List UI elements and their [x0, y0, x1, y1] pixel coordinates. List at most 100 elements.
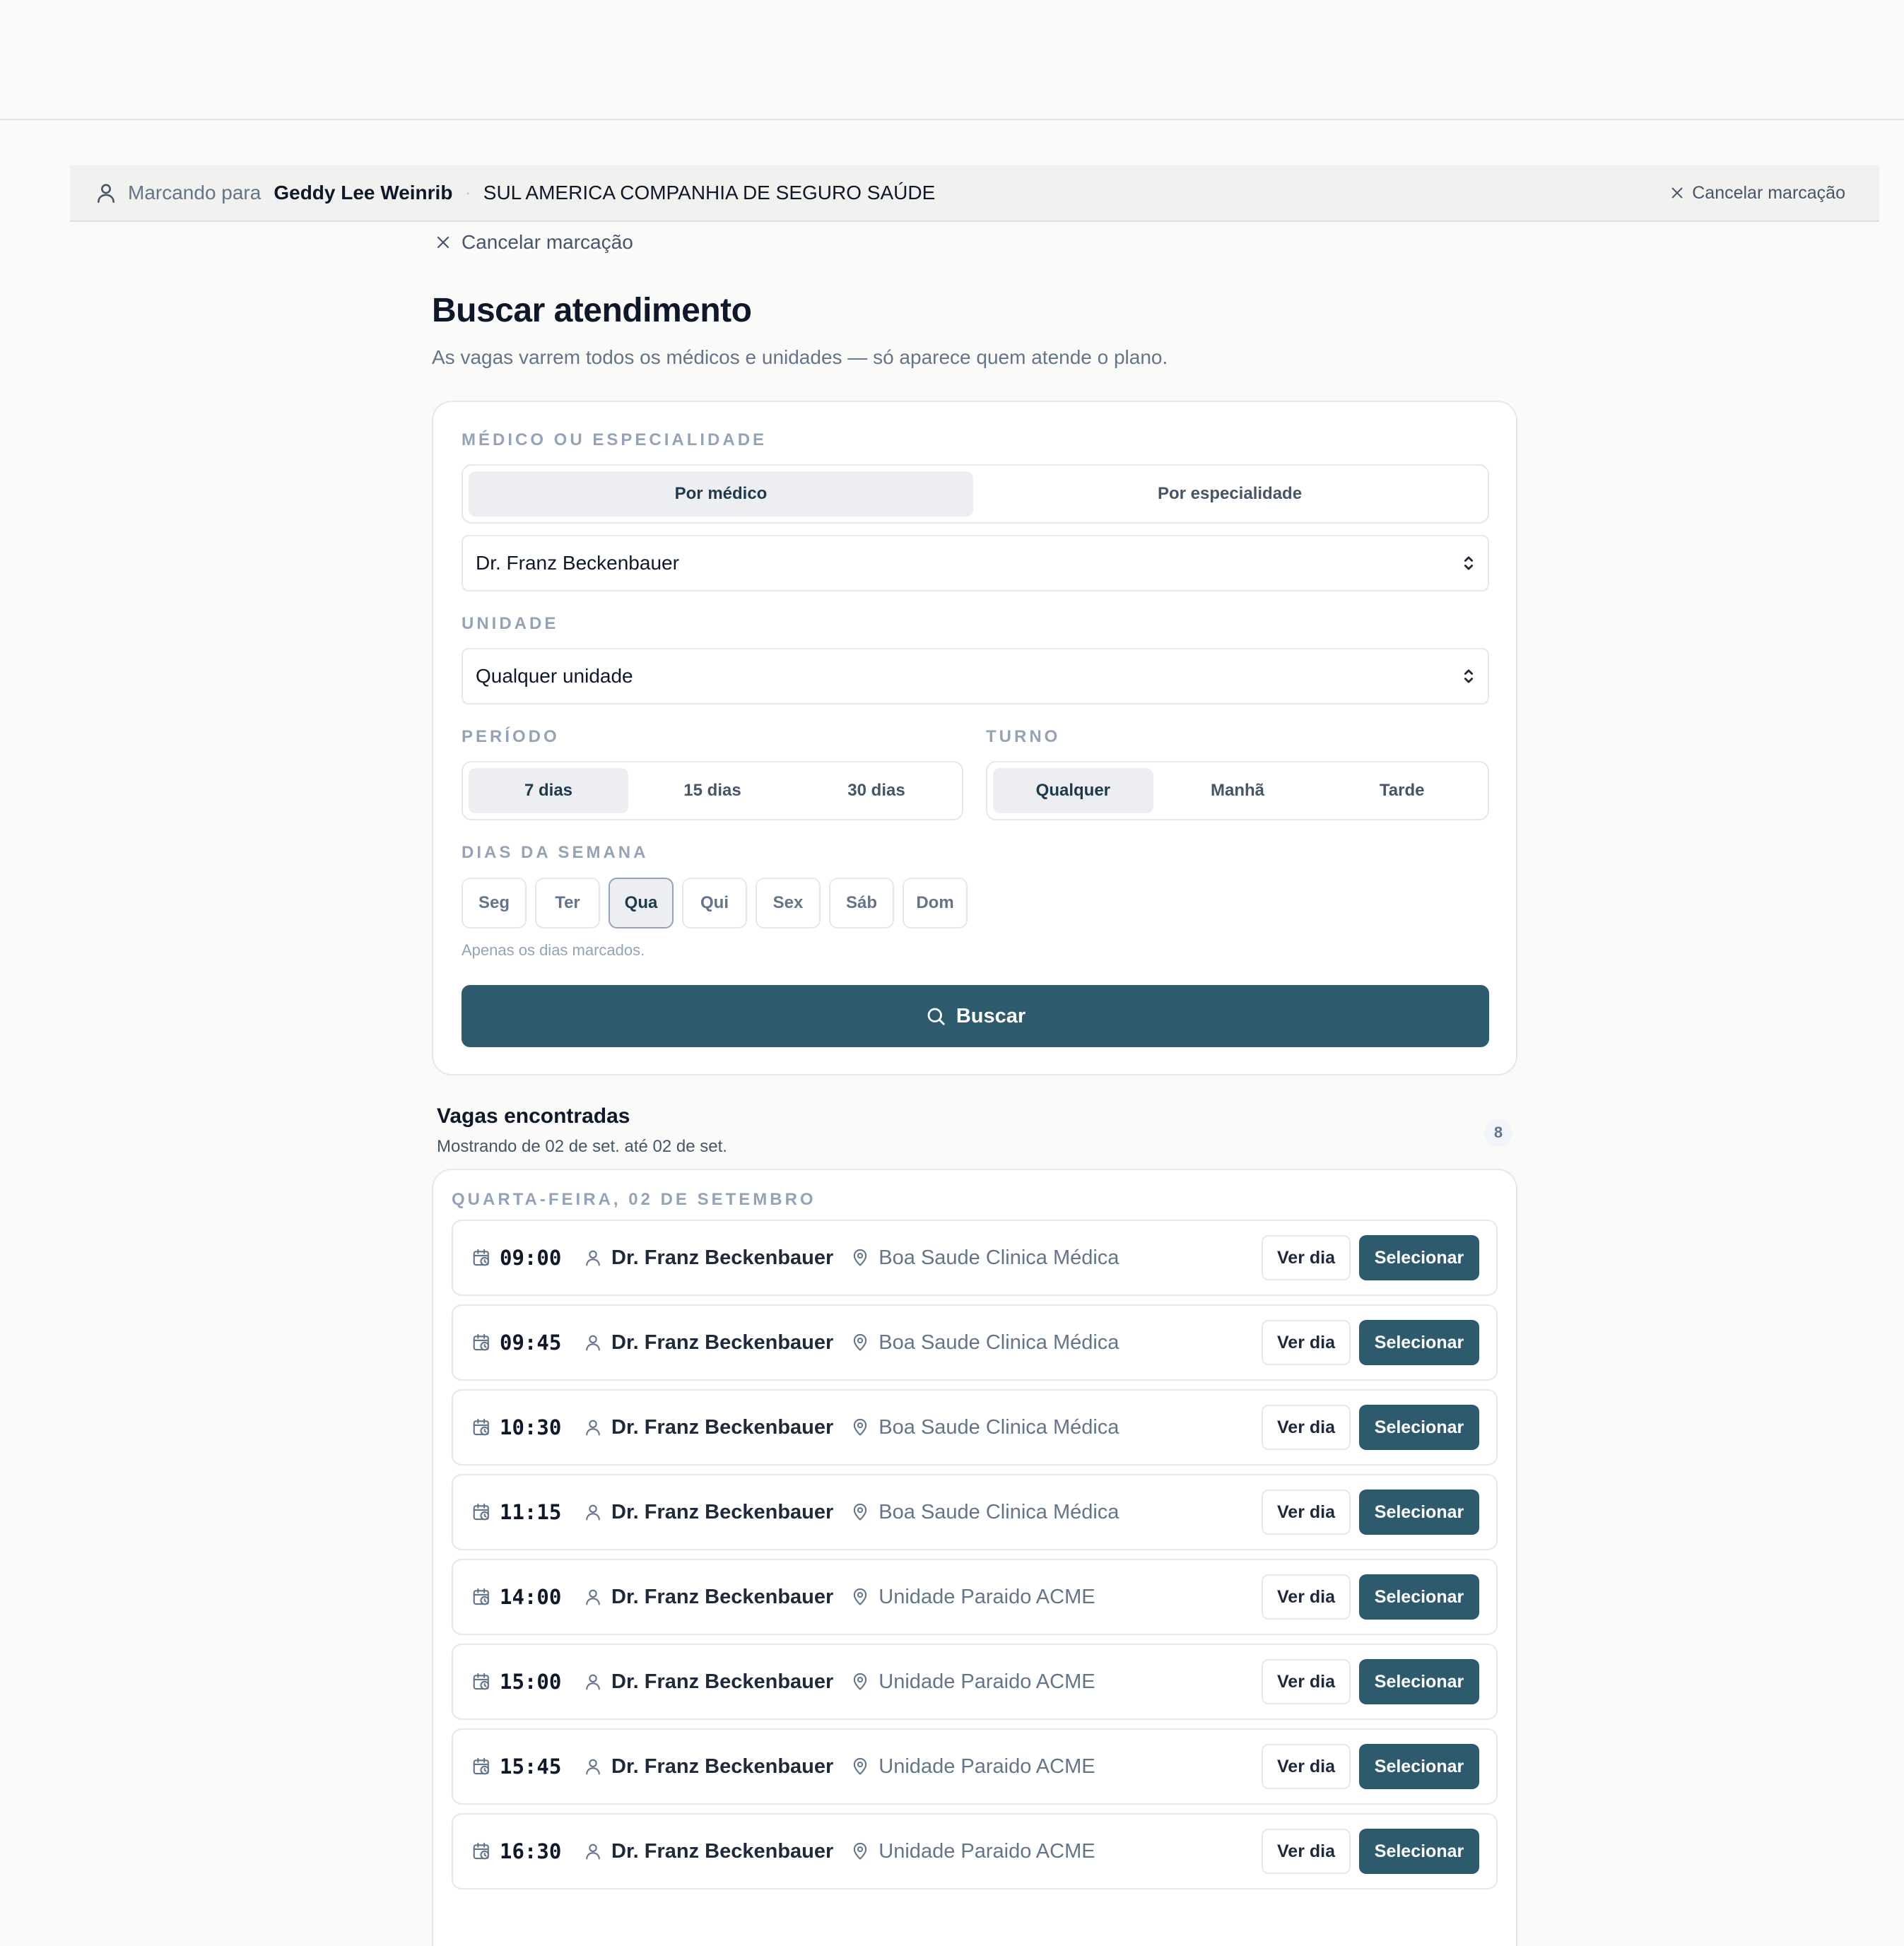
select-slot-button[interactable]: Selecionar: [1359, 1744, 1479, 1789]
unit-select[interactable]: Qualquer unidade: [462, 648, 1489, 704]
unit-select-value: Qualquer unidade: [476, 665, 633, 687]
view-day-button[interactable]: Ver dia: [1262, 1574, 1351, 1620]
user-icon: [583, 1417, 603, 1437]
view-day-button[interactable]: Ver dia: [1262, 1235, 1351, 1280]
select-slot-button[interactable]: Selecionar: [1359, 1405, 1479, 1450]
user-icon: [583, 1502, 603, 1522]
slot-doctor: Dr. Franz Beckenbauer: [611, 1500, 834, 1523]
doctor-section-label: MÉDICO OU ESPECIALIDADE: [462, 430, 768, 449]
map-pin-icon: [850, 1587, 870, 1607]
weekday-sun[interactable]: Dom: [903, 878, 968, 928]
top-bar: [0, 0, 1904, 120]
period-30-days[interactable]: 30 dias: [797, 768, 956, 813]
map-pin-icon: [850, 1502, 870, 1522]
search-button-label: Buscar: [956, 1004, 1026, 1027]
select-slot-button[interactable]: Selecionar: [1359, 1320, 1479, 1365]
map-pin-icon: [850, 1757, 870, 1776]
slot-row: 16:30 Dr. Franz Beckenbauer Unidade Para…: [452, 1813, 1498, 1889]
shift-morning[interactable]: Manhã: [1158, 768, 1318, 813]
period-section-label: PERÍODO: [462, 727, 560, 746]
user-icon: [583, 1672, 603, 1692]
slot-time: 16:30: [500, 1839, 562, 1863]
map-pin-icon: [850, 1841, 870, 1861]
slot-time: 15:00: [500, 1670, 562, 1694]
banner-label: Marcando para: [128, 182, 261, 204]
weekdays-hint: Apenas os dias marcados.: [462, 941, 645, 959]
slot-unit: Boa Saude Clinica Médica: [878, 1415, 1120, 1439]
slot-doctor: Dr. Franz Beckenbauer: [611, 1585, 834, 1608]
select-slot-button[interactable]: Selecionar: [1359, 1574, 1479, 1620]
results-count-badge: 8: [1484, 1119, 1512, 1147]
period-15-days[interactable]: 15 dias: [633, 768, 792, 813]
map-pin-icon: [850, 1248, 870, 1268]
weekday-fri[interactable]: Sex: [756, 878, 821, 928]
calendar-clock-icon: [471, 1671, 493, 1692]
calendar-clock-icon: [471, 1247, 493, 1268]
search-icon: [927, 1008, 945, 1025]
mode-by-specialty[interactable]: Por especialidade: [977, 471, 1482, 517]
slot-unit: Unidade Paraido ACME: [878, 1755, 1095, 1778]
results-header: Vagas encontradas Mostrando de 02 de set…: [437, 1104, 1512, 1157]
view-day-button[interactable]: Ver dia: [1262, 1320, 1351, 1365]
slot-time: 11:15: [500, 1500, 562, 1524]
calendar-clock-icon: [471, 1756, 493, 1777]
slot-time: 09:45: [500, 1331, 562, 1355]
select-slot-button[interactable]: Selecionar: [1359, 1829, 1479, 1874]
slot-list: 09:00 Dr. Franz Beckenbauer Boa Saude Cl…: [452, 1220, 1498, 1898]
cancel-booking-label: Cancelar marcação: [462, 231, 633, 253]
slot-doctor: Dr. Franz Beckenbauer: [611, 1670, 834, 1693]
unit-section-label: UNIDADE: [462, 614, 559, 633]
slot-doctor: Dr. Franz Beckenbauer: [611, 1415, 834, 1439]
shift-any[interactable]: Qualquer: [993, 768, 1153, 813]
results-title: Vagas encontradas: [437, 1104, 630, 1128]
results-card: QUARTA-FEIRA, 02 DE SETEMBRO 09:00 Dr. F…: [432, 1169, 1517, 1946]
view-day-button[interactable]: Ver dia: [1262, 1829, 1351, 1874]
select-slot-button[interactable]: Selecionar: [1359, 1659, 1479, 1704]
period-7-days[interactable]: 7 dias: [469, 768, 628, 813]
map-pin-icon: [850, 1672, 870, 1692]
cancel-booking-link[interactable]: Cancelar marcação: [435, 226, 1517, 259]
slot-doctor: Dr. Franz Beckenbauer: [611, 1839, 834, 1863]
weekday-tue[interactable]: Ter: [535, 878, 600, 928]
user-icon: [583, 1757, 603, 1776]
view-day-button[interactable]: Ver dia: [1262, 1744, 1351, 1789]
slot-doctor: Dr. Franz Beckenbauer: [611, 1331, 834, 1354]
slot-row: 09:45 Dr. Franz Beckenbauer Boa Saude Cl…: [452, 1304, 1498, 1381]
shift-section-label: TURNO: [986, 727, 1061, 746]
view-day-button[interactable]: Ver dia: [1262, 1490, 1351, 1535]
banner-cancel-button[interactable]: Cancelar marcação: [1669, 183, 1845, 204]
slot-time: 09:00: [500, 1246, 562, 1270]
main-content: Cancelar marcação Buscar atendimento As …: [432, 226, 1517, 1946]
user-icon: [94, 181, 118, 205]
weekday-thu[interactable]: Qui: [682, 878, 747, 928]
chevron-up-down-icon: [1461, 553, 1476, 573]
weekday-selector: Seg Ter Qua Qui Sex Sáb Dom: [462, 878, 968, 928]
view-day-button[interactable]: Ver dia: [1262, 1659, 1351, 1704]
weekdays-section-label: DIAS DA SEMANA: [462, 843, 649, 862]
search-button[interactable]: Buscar: [462, 985, 1489, 1047]
slot-doctor: Dr. Franz Beckenbauer: [611, 1246, 834, 1269]
doctor-select[interactable]: Dr. Franz Beckenbauer: [462, 535, 1489, 591]
patient-banner: Marcando para Geddy Lee Weinrib · SUL AM…: [70, 165, 1879, 222]
user-icon: [583, 1587, 603, 1607]
view-day-button[interactable]: Ver dia: [1262, 1405, 1351, 1450]
shift-afternoon[interactable]: Tarde: [1322, 768, 1482, 813]
select-slot-button[interactable]: Selecionar: [1359, 1490, 1479, 1535]
slot-row: 15:45 Dr. Franz Beckenbauer Unidade Para…: [452, 1728, 1498, 1805]
slot-unit: Boa Saude Clinica Médica: [878, 1246, 1120, 1269]
patient-name: Geddy Lee Weinrib: [274, 182, 453, 204]
slot-time: 15:45: [500, 1755, 562, 1779]
slot-row: 09:00 Dr. Franz Beckenbauer Boa Saude Cl…: [452, 1220, 1498, 1296]
weekday-mon[interactable]: Seg: [462, 878, 527, 928]
shift-toggle: Qualquer Manhã Tarde: [986, 761, 1489, 820]
slot-row: 14:00 Dr. Franz Beckenbauer Unidade Para…: [452, 1559, 1498, 1635]
user-icon: [583, 1333, 603, 1352]
results-range: Mostrando de 02 de set. até 02 de set.: [437, 1137, 727, 1156]
calendar-clock-icon: [471, 1586, 493, 1608]
weekday-sat[interactable]: Sáb: [829, 878, 894, 928]
slot-time: 10:30: [500, 1415, 562, 1439]
weekday-wed[interactable]: Qua: [609, 878, 674, 928]
select-slot-button[interactable]: Selecionar: [1359, 1235, 1479, 1280]
health-plan-name: SUL AMERICA COMPANHIA DE SEGURO SAÚDE: [483, 182, 936, 204]
mode-by-doctor[interactable]: Por médico: [469, 471, 973, 517]
